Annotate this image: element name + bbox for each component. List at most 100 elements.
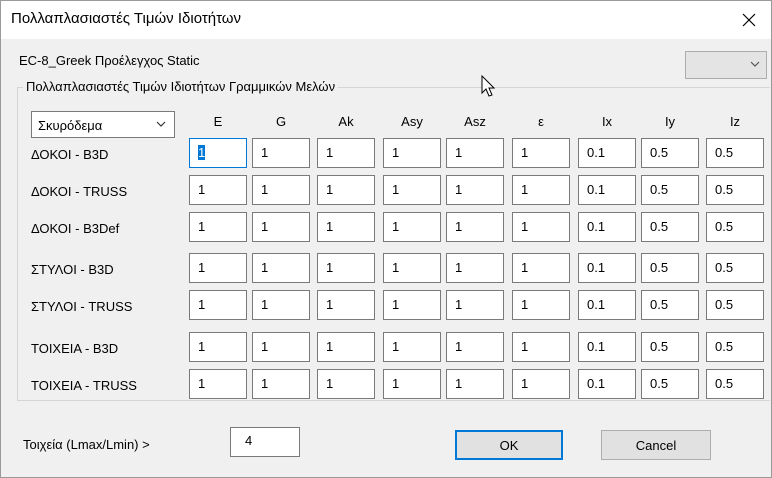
multiplier-input[interactable]: 1 — [252, 253, 310, 283]
multiplier-input[interactable]: 1 — [317, 253, 375, 283]
multiplier-input[interactable]: 1 — [512, 212, 570, 242]
multiplier-input[interactable]: 1 — [189, 369, 247, 399]
multiplier-input[interactable]: 0.5 — [706, 332, 764, 362]
multiplier-input[interactable]: 1 — [317, 369, 375, 399]
ok-button[interactable]: OK — [455, 430, 563, 460]
window-title: Πολλαπλασιαστές Τιμών Ιδιοτήτων — [11, 10, 242, 27]
multiplier-input[interactable]: 1 — [317, 138, 375, 168]
multiplier-input[interactable]: 0.5 — [706, 369, 764, 399]
multiplier-input[interactable]: 1 — [189, 253, 247, 283]
multiplier-input[interactable]: 1 — [512, 175, 570, 205]
multiplier-input[interactable]: 1 — [189, 290, 247, 320]
multiplier-input-value: 1 — [198, 219, 206, 234]
multiplier-input-value: 1 — [455, 260, 463, 275]
multiplier-input-value: 0.1 — [587, 297, 606, 312]
multiplier-input[interactable]: 1 — [383, 369, 441, 399]
multiplier-input-value: 1 — [326, 260, 334, 275]
multiplier-input[interactable]: 0.5 — [706, 138, 764, 168]
multiplier-input[interactable]: 0.5 — [706, 253, 764, 283]
multiplier-input[interactable]: 0.1 — [578, 290, 636, 320]
material-select[interactable]: Σκυρόδεμα — [31, 111, 175, 138]
multiplier-input[interactable]: 1 — [446, 253, 504, 283]
row-label: ΣΤΥΛΟΙ - TRUSS — [31, 299, 133, 314]
multiplier-input[interactable]: 1 — [317, 212, 375, 242]
multiplier-input-value: 0.5 — [715, 339, 734, 354]
multiplier-input[interactable]: 1 — [512, 369, 570, 399]
multiplier-input[interactable]: 0.1 — [578, 369, 636, 399]
properties-multipliers-dialog: Πολλαπλασιαστές Τιμών Ιδιοτήτων EC-8_Gre… — [0, 0, 772, 478]
multiplier-input[interactable]: 0.5 — [706, 290, 764, 320]
multiplier-input[interactable]: 1 — [252, 138, 310, 168]
multiplier-input[interactable]: 0.1 — [578, 253, 636, 283]
column-header: G — [275, 114, 287, 129]
multiplier-input[interactable]: 1 — [512, 290, 570, 320]
multiplier-input[interactable]: 1 — [383, 332, 441, 362]
multiplier-input[interactable]: 0.5 — [641, 332, 699, 362]
multiplier-input[interactable]: 1 — [383, 253, 441, 283]
multiplier-input-value: 1 — [521, 145, 529, 160]
title-bar: Πολλαπλασιαστές Τιμών Ιδιοτήτων — [1, 1, 771, 39]
multiplier-input[interactable]: 1 — [512, 253, 570, 283]
multiplier-input[interactable]: 0.5 — [641, 290, 699, 320]
ratio-input[interactable]: 4 — [230, 427, 300, 457]
multiplier-input[interactable]: 1 — [252, 369, 310, 399]
multiplier-input-value: 1 — [326, 297, 334, 312]
multiplier-input-value: 0.5 — [650, 145, 669, 160]
analysis-select[interactable] — [685, 51, 767, 79]
multiplier-input[interactable]: 1 — [446, 175, 504, 205]
cancel-button[interactable]: Cancel — [601, 430, 711, 460]
multiplier-input[interactable]: 1 — [189, 175, 247, 205]
multiplier-input-value: 0.5 — [650, 339, 669, 354]
multiplier-input-value: 1 — [521, 260, 529, 275]
multiplier-input[interactable]: 1 — [446, 138, 504, 168]
column-header: Iy — [664, 114, 676, 129]
multiplier-input[interactable]: 0.5 — [641, 175, 699, 205]
ratio-input-value: 4 — [245, 433, 253, 448]
multiplier-input-value: 0.5 — [715, 260, 734, 275]
multiplier-input-value: 1 — [326, 219, 334, 234]
multiplier-input[interactable]: 0.5 — [641, 212, 699, 242]
multiplier-input-value: 1 — [198, 376, 206, 391]
multiplier-input[interactable]: 1 — [189, 138, 247, 168]
multiplier-input[interactable]: 1 — [252, 290, 310, 320]
multiplier-input[interactable]: 1 — [252, 175, 310, 205]
close-button[interactable] — [727, 1, 771, 39]
multiplier-input[interactable]: 0.1 — [578, 138, 636, 168]
multiplier-input[interactable]: 1 — [383, 290, 441, 320]
multiplier-input-value: 0.5 — [715, 219, 734, 234]
multiplier-input[interactable]: 0.5 — [706, 175, 764, 205]
multiplier-input-value: 1 — [198, 339, 206, 354]
multiplier-input[interactable]: 1 — [512, 332, 570, 362]
multiplier-input-value: 1 — [455, 145, 463, 160]
multiplier-input[interactable]: 1 — [189, 212, 247, 242]
multiplier-input-value: 1 — [392, 260, 400, 275]
multiplier-input-value: 1 — [455, 376, 463, 391]
multiplier-input[interactable]: 0.5 — [706, 212, 764, 242]
multiplier-input-value: 1 — [392, 145, 400, 160]
multiplier-input[interactable]: 1 — [446, 369, 504, 399]
multiplier-input-value: 0.1 — [587, 219, 606, 234]
multiplier-input[interactable]: 1 — [189, 332, 247, 362]
multiplier-input[interactable]: 1 — [446, 332, 504, 362]
multiplier-input[interactable]: 0.5 — [641, 369, 699, 399]
multiplier-input[interactable]: 0.1 — [578, 175, 636, 205]
multiplier-input[interactable]: 1 — [383, 212, 441, 242]
multiplier-input[interactable]: 1 — [317, 175, 375, 205]
multiplier-input[interactable]: 0.1 — [578, 212, 636, 242]
multiplier-input[interactable]: 1 — [383, 175, 441, 205]
multiplier-input-value: 1 — [521, 182, 529, 197]
multiplier-input[interactable]: 1 — [252, 212, 310, 242]
column-header: E — [213, 114, 223, 129]
multiplier-input[interactable]: 1 — [252, 332, 310, 362]
multiplier-input[interactable]: 0.1 — [578, 332, 636, 362]
material-select-value: Σκυρόδεμα — [38, 118, 103, 133]
multiplier-input[interactable]: 1 — [446, 290, 504, 320]
multiplier-input[interactable]: 1 — [383, 138, 441, 168]
multiplier-input[interactable]: 0.5 — [641, 138, 699, 168]
multiplier-input[interactable]: 0.5 — [641, 253, 699, 283]
multiplier-input-value: 0.5 — [715, 297, 734, 312]
multiplier-input[interactable]: 1 — [317, 290, 375, 320]
multiplier-input[interactable]: 1 — [446, 212, 504, 242]
multiplier-input[interactable]: 1 — [317, 332, 375, 362]
multiplier-input[interactable]: 1 — [512, 138, 570, 168]
